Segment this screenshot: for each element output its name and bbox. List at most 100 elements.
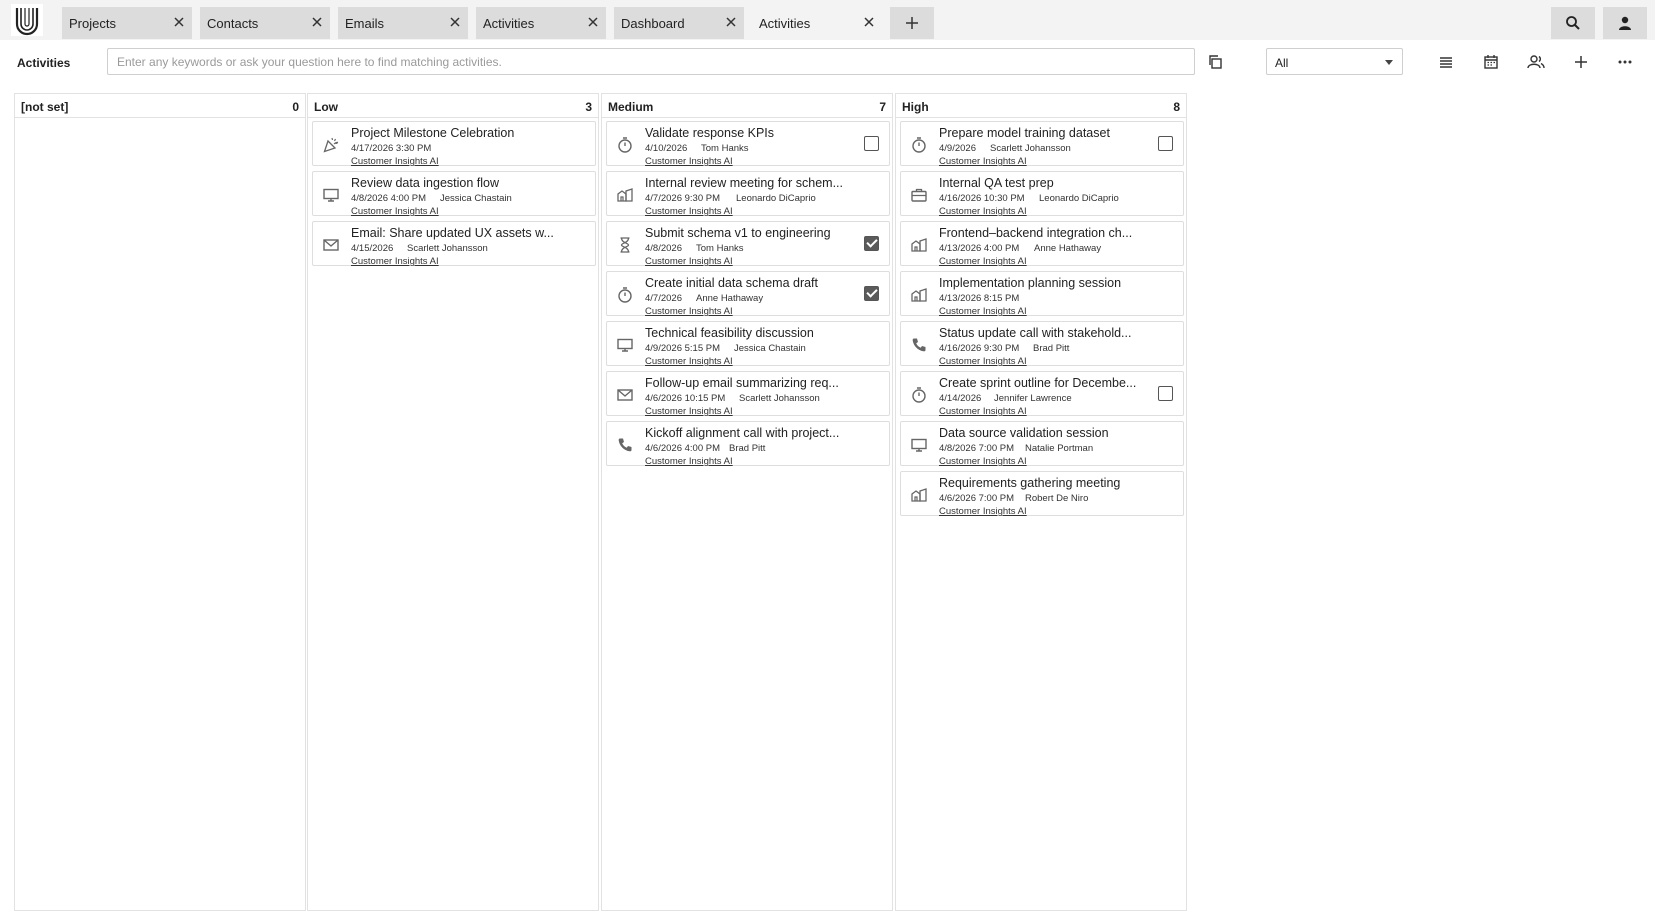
- activity-card[interactable]: Create sprint outline for Decembe... 4/1…: [900, 371, 1184, 417]
- activity-title: Status update call with stakehold...: [939, 326, 1132, 340]
- activity-date: 4/7/2026: [645, 293, 682, 304]
- copy-button[interactable]: [1202, 49, 1228, 75]
- tab-label: Emails: [345, 16, 385, 31]
- complete-checkbox[interactable]: [864, 286, 879, 301]
- activity-card[interactable]: Prepare model training dataset 4/9/2026 …: [900, 121, 1184, 167]
- project-link[interactable]: Customer Insights AI: [351, 206, 439, 217]
- activity-card[interactable]: Requirements gathering meeting 4/6/2026 …: [900, 471, 1184, 517]
- project-link[interactable]: Customer Insights AI: [645, 156, 733, 167]
- activity-card[interactable]: Validate response KPIs 4/10/2026 Tom Han…: [606, 121, 890, 167]
- activity-title: Follow-up email summarizing req...: [645, 376, 839, 390]
- page-title: Activities: [17, 56, 71, 70]
- briefcase-icon: [910, 186, 928, 204]
- activity-person: Scarlett Johansson: [407, 243, 488, 254]
- tab-activities[interactable]: Activities: [476, 7, 606, 39]
- activity-date: 4/14/2026: [939, 393, 982, 404]
- filter-select[interactable]: All: [1266, 48, 1403, 75]
- project-link[interactable]: Customer Insights AI: [645, 406, 733, 417]
- activity-person: Jessica Chastain: [734, 343, 806, 354]
- tab-bar: Projects Contacts Emails Activities Dash…: [0, 0, 1655, 40]
- project-link[interactable]: Customer Insights AI: [939, 206, 1027, 217]
- activity-card[interactable]: Submit schema v1 to engineering 4/8/2026…: [606, 221, 890, 267]
- close-icon[interactable]: [172, 15, 186, 29]
- activity-date: 4/8/2026 4:00 PM: [351, 193, 426, 204]
- close-icon[interactable]: [310, 15, 324, 29]
- global-search-button[interactable]: [1551, 7, 1595, 39]
- project-link[interactable]: Customer Insights AI: [645, 456, 733, 467]
- column-high: High 8 Prepare model training dataset 4/…: [895, 93, 1187, 911]
- tab-activities-active[interactable]: Activities: [752, 7, 882, 39]
- activity-card[interactable]: Data source validation session 4/8/2026 …: [900, 421, 1184, 467]
- activity-date: 4/13/2026 8:15 PM: [939, 293, 1020, 304]
- complete-checkbox[interactable]: [864, 236, 879, 251]
- plus-icon: [1575, 56, 1587, 68]
- column-header: Medium 7: [602, 94, 892, 118]
- activity-card[interactable]: Follow-up email summarizing req... 4/6/2…: [606, 371, 890, 417]
- column-header: Low 3: [308, 94, 598, 118]
- project-link[interactable]: Customer Insights AI: [939, 256, 1027, 267]
- tab-projects[interactable]: Projects: [62, 7, 192, 39]
- project-link[interactable]: Customer Insights AI: [645, 306, 733, 317]
- activity-title: Review data ingestion flow: [351, 176, 499, 190]
- complete-checkbox[interactable]: [1158, 386, 1173, 401]
- tab-contacts[interactable]: Contacts: [200, 7, 330, 39]
- tab-label: Activities: [759, 16, 811, 31]
- activity-card[interactable]: Technical feasibility discussion 4/9/202…: [606, 321, 890, 367]
- kanban-board: [not set] 0 Low 3 Project Milestone Cele…: [0, 85, 1655, 916]
- activity-person: Robert De Niro: [1025, 493, 1089, 504]
- activity-date: 4/7/2026 9:30 PM: [645, 193, 720, 204]
- project-link[interactable]: Customer Insights AI: [645, 256, 733, 267]
- project-link[interactable]: Customer Insights AI: [351, 156, 439, 167]
- email-icon: [616, 386, 634, 404]
- activity-title: Submit schema v1 to engineering: [645, 226, 831, 240]
- project-link[interactable]: Customer Insights AI: [939, 356, 1027, 367]
- complete-checkbox[interactable]: [864, 136, 879, 151]
- project-link[interactable]: Customer Insights AI: [939, 506, 1027, 517]
- close-icon[interactable]: [862, 15, 876, 29]
- activity-card[interactable]: Create initial data schema draft 4/7/202…: [606, 271, 890, 317]
- activity-card[interactable]: Kickoff alignment call with project... 4…: [606, 421, 890, 467]
- activity-date: 4/9/2026: [939, 143, 976, 154]
- activity-card[interactable]: Email: Share updated UX assets w... 4/15…: [312, 221, 596, 267]
- project-link[interactable]: Customer Insights AI: [939, 156, 1027, 167]
- calendar-icon: [1484, 55, 1498, 69]
- close-icon[interactable]: [724, 15, 738, 29]
- close-icon[interactable]: [586, 15, 600, 29]
- list-view-button[interactable]: [1433, 49, 1459, 75]
- activity-card[interactable]: Frontend–backend integration ch... 4/13/…: [900, 221, 1184, 267]
- project-link[interactable]: Customer Insights AI: [645, 206, 733, 217]
- logo-icon: [15, 8, 39, 36]
- activity-card[interactable]: Internal QA test prep 4/16/2026 10:30 PM…: [900, 171, 1184, 217]
- project-link[interactable]: Customer Insights AI: [645, 356, 733, 367]
- activity-card[interactable]: Internal review meeting for schem... 4/7…: [606, 171, 890, 217]
- activity-title: Requirements gathering meeting: [939, 476, 1121, 490]
- column-name: [not set]: [21, 100, 69, 114]
- tab-emails[interactable]: Emails: [338, 7, 468, 39]
- calendar-view-button[interactable]: [1478, 49, 1504, 75]
- activity-card[interactable]: Project Milestone Celebration 4/17/2026 …: [312, 121, 596, 167]
- complete-checkbox[interactable]: [1158, 136, 1173, 151]
- project-link[interactable]: Customer Insights AI: [351, 256, 439, 267]
- tab-dashboard[interactable]: Dashboard: [614, 7, 744, 39]
- project-link[interactable]: Customer Insights AI: [939, 406, 1027, 417]
- activity-title: Validate response KPIs: [645, 126, 775, 140]
- toolbar: Activities All: [0, 40, 1655, 85]
- search-icon: [1566, 16, 1580, 30]
- activity-person: Tom Hanks: [696, 243, 744, 254]
- activity-card[interactable]: Review data ingestion flow 4/8/2026 4:00…: [312, 171, 596, 217]
- project-link[interactable]: Customer Insights AI: [939, 456, 1027, 467]
- assign-users-button[interactable]: [1523, 49, 1549, 75]
- activity-person: Anne Hathaway: [696, 293, 764, 304]
- user-account-button[interactable]: [1603, 7, 1647, 39]
- add-activity-button[interactable]: [1568, 49, 1594, 75]
- add-tab-button[interactable]: [890, 7, 934, 39]
- search-input[interactable]: [107, 48, 1195, 75]
- app-logo[interactable]: [11, 4, 43, 36]
- activity-person: Leonardo DiCaprio: [1039, 193, 1119, 204]
- activity-card[interactable]: Implementation planning session 4/13/202…: [900, 271, 1184, 317]
- copy-icon: [1209, 55, 1222, 69]
- project-link[interactable]: Customer Insights AI: [939, 306, 1027, 317]
- close-icon[interactable]: [448, 15, 462, 29]
- more-options-button[interactable]: [1612, 49, 1638, 75]
- activity-card[interactable]: Status update call with stakehold... 4/1…: [900, 321, 1184, 367]
